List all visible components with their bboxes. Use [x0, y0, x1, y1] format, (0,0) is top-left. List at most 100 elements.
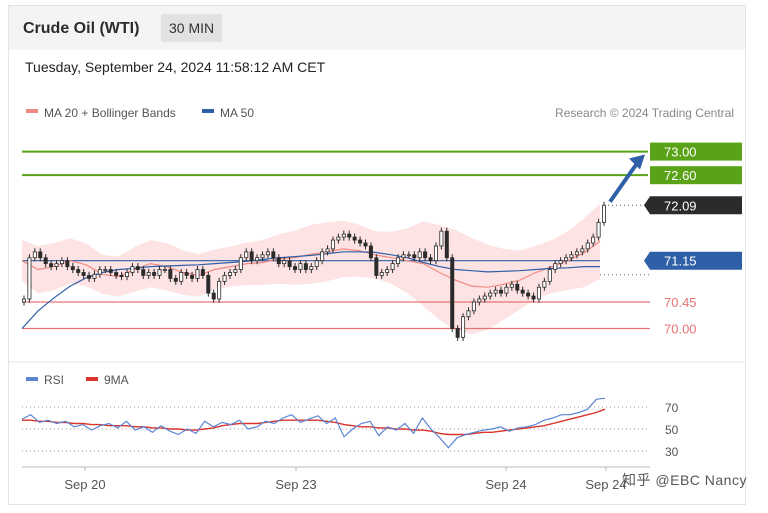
- candle-body: [466, 310, 471, 318]
- resistance-label-0: 73.00: [664, 145, 697, 160]
- legend-swatch-0: [26, 109, 38, 113]
- candle-body: [124, 272, 129, 278]
- candle-body: [580, 248, 585, 253]
- candle-body: [217, 280, 222, 300]
- candle-body: [585, 242, 590, 250]
- candle-body: [509, 283, 514, 288]
- forecast-arrow-shaft: [608, 159, 641, 203]
- candle-body: [200, 269, 205, 276]
- candle-body: [168, 269, 173, 279]
- candle-body: [114, 272, 119, 276]
- candle-body: [135, 266, 140, 270]
- candle-body: [423, 251, 428, 259]
- candle-body: [341, 233, 346, 238]
- candle-body: [488, 292, 493, 297]
- rsi-tick-50: 50: [665, 423, 679, 437]
- candle-body: [520, 289, 525, 294]
- candle-body: [43, 257, 48, 265]
- candle-body: [287, 260, 292, 267]
- x-tick-label-2: Sep 24: [485, 477, 526, 492]
- candle-body: [119, 275, 124, 278]
- candle-body: [547, 269, 552, 282]
- candle-body: [70, 266, 75, 270]
- support-label-4: 70.45: [664, 295, 697, 310]
- candle-body: [59, 260, 64, 265]
- candle-body: [471, 301, 476, 312]
- candle-body: [222, 275, 227, 282]
- candle-body: [450, 257, 455, 329]
- candle-body: [179, 272, 184, 282]
- candle-body: [542, 280, 547, 288]
- rsi-tick-70: 70: [665, 401, 679, 415]
- candle-body: [303, 263, 308, 270]
- candle-body: [499, 289, 504, 294]
- candle-body: [325, 248, 330, 253]
- candle-body: [412, 254, 417, 259]
- candle-body: [330, 239, 335, 250]
- candle-body: [255, 257, 260, 262]
- candle-body: [21, 298, 26, 303]
- candle-body: [141, 269, 146, 276]
- candle-body: [379, 272, 384, 276]
- candle-body: [293, 266, 298, 270]
- x-tick-label-1: Sep 23: [275, 477, 316, 492]
- candle-body: [352, 236, 357, 241]
- candle-body: [162, 269, 167, 271]
- candle-body: [32, 251, 37, 259]
- legend-label-0: MA 20 + Bollinger Bands: [44, 106, 176, 120]
- candle-body: [455, 328, 460, 338]
- candle-body: [531, 295, 536, 300]
- candle-body: [569, 254, 574, 259]
- candle-body: [309, 266, 314, 270]
- forecast-arrow-head: [629, 154, 645, 170]
- candle-body: [433, 245, 438, 262]
- rsi-tick-30: 30: [665, 445, 679, 459]
- candle-body: [49, 263, 54, 267]
- candle-body: [65, 260, 70, 267]
- pivot-label: 71.15: [664, 254, 697, 269]
- candle-body: [38, 251, 43, 259]
- candle-body: [157, 269, 162, 276]
- candle-body: [152, 272, 157, 276]
- candle-body: [493, 289, 498, 294]
- legend-label-1: MA 50: [220, 106, 254, 120]
- candle-body: [428, 257, 433, 262]
- candle-body: [233, 269, 238, 273]
- candle-body: [81, 272, 86, 276]
- rsi-legend-swatch-0: [26, 377, 38, 381]
- candle-body: [249, 251, 254, 262]
- research-credit: Research © 2024 Trading Central: [555, 106, 734, 120]
- candle-body: [482, 295, 487, 300]
- candle-body: [396, 257, 401, 265]
- candle-body: [526, 292, 531, 297]
- candle-body: [461, 316, 466, 338]
- candle-body: [515, 283, 520, 291]
- candle-body: [591, 236, 596, 244]
- candle-body: [368, 245, 373, 259]
- rsi-legend-swatch-1: [86, 377, 98, 381]
- candle-body: [265, 251, 270, 256]
- candle-body: [504, 286, 509, 294]
- current-price-label: 72.09: [664, 198, 697, 213]
- candle-body: [244, 251, 249, 259]
- candle-body: [558, 260, 563, 265]
- candle-body: [206, 275, 211, 294]
- candle-body: [298, 263, 303, 270]
- candle-body: [195, 269, 200, 279]
- watermark: 知乎 @EBC Nancy: [622, 472, 747, 488]
- candle-body: [417, 251, 422, 259]
- candle-body: [227, 272, 232, 276]
- candle-body: [401, 254, 406, 259]
- rsi-legend-label-1: 9MA: [104, 373, 129, 387]
- rsi-ma-line: [22, 408, 606, 436]
- candle-body: [260, 254, 265, 259]
- candle-body: [190, 275, 195, 279]
- candle-body: [238, 257, 243, 270]
- candle-body: [406, 254, 411, 257]
- candle-body: [103, 269, 108, 271]
- candle-body: [54, 263, 59, 267]
- candle-body: [146, 272, 151, 276]
- candle-body: [92, 273, 97, 279]
- candle-body: [27, 257, 32, 300]
- candle-body: [76, 269, 81, 273]
